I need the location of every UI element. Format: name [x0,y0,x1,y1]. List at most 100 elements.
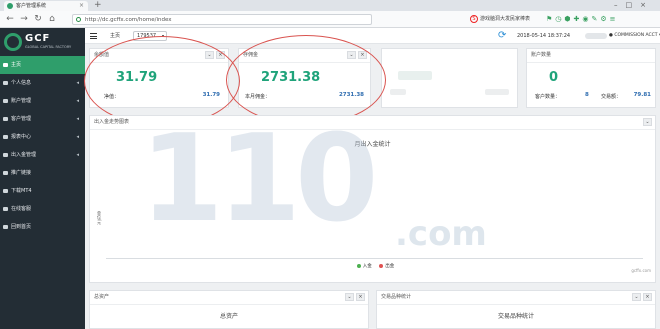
home-menu-icon [3,63,8,67]
quick-search[interactable]: S 游戏脑洞大发民家棒表 [470,15,530,24]
card-divider [90,304,368,305]
volume-label: 交易额： [601,94,622,100]
annotation-ellipse [84,36,240,126]
clients-icon [3,117,8,121]
y-axis-label: 单位/元 [97,211,102,225]
sidebar-item-label: 账户管理 [11,98,32,104]
tab-close-icon[interactable]: × [79,1,84,11]
home-label: 主页 [110,33,121,39]
accounts-value: 0 [549,70,559,85]
redacted-card [381,48,518,108]
funds-icon [3,153,8,157]
sidebar-item-home[interactable]: 主页 [0,56,85,74]
url-input[interactable]: http://dc.gcffx.com/home/index [72,14,372,25]
accounts-icon [3,99,8,103]
link-icon [3,171,8,175]
funds-chart-panel: 出入金走势图表 ⌄ 月出入金统计 单位/元 入金 出金 gcffx.com [89,115,656,283]
chevron-left-icon: ◂ [76,134,79,140]
chevron-left-icon: ◂ [76,116,79,122]
sidebar-item-accounts[interactable]: 账户管理 ◂ [0,92,85,110]
volume-value: 79.81 [633,92,651,98]
role-label[interactable]: ● COMMISSION ACCT ▾ [609,28,660,44]
sidebar: GCF GLOBAL CAPITAL FACTORY 主页 个人信息 ◂ 账户管理… [0,28,85,329]
close-icon[interactable]: × [643,293,652,301]
reload-icon[interactable]: ↻ [32,14,44,25]
search-engine-icon: S [470,15,478,23]
user-icon [3,81,8,85]
sidebar-item-label: 推广链接 [11,170,32,176]
address-bar-row: ← → ↻ ⌂ http://dc.gcffx.com/home/index S… [0,11,660,28]
instrument-stats-panel: 交易品种统计 ⌄ × 交易品种统计 [376,290,656,329]
redacted-text [390,89,406,95]
card-title: 账户数量 [531,52,552,58]
refresh-icon[interactable]: ⟳ [498,30,506,42]
sidebar-item-funds[interactable]: 出入金管理 ◂ [0,146,85,164]
legend-dot-withdraw [379,263,384,268]
card-divider [377,304,655,305]
chart-title: 月出入金统计 [354,141,391,148]
sidebar-item-download[interactable]: 下载MT4 [0,182,85,200]
home-icon[interactable]: ⌂ [46,14,58,25]
user-name-blurred [585,33,607,39]
extension-icons[interactable]: ⚑◷⬢✚◉✎⚙≡ [546,15,618,24]
chart-legend[interactable]: 入金 出金 [90,263,655,269]
forward-icon[interactable]: → [18,14,30,25]
sidebar-item-label: 出入金管理 [11,152,37,158]
download-icon [3,189,8,193]
menu-toggle-icon[interactable] [90,33,97,39]
collapse-icon[interactable]: ⌄ [632,293,641,301]
accounts-card: 账户数量 0 客户数量： 8 交易额： 79.81 [526,48,656,108]
panel-title: 总资产 [94,294,110,300]
sidebar-item-label: 个人信息 [11,80,32,86]
sidebar-item-label: 主页 [11,62,22,68]
clients-value: 8 [585,92,589,98]
sidebar-item-back-home[interactable]: 回到首页 [0,218,85,236]
sidebar-item-support[interactable]: 在线客服 [0,200,85,218]
collapse-icon[interactable]: ⌄ [643,118,652,126]
chat-icon [3,207,8,211]
chevron-left-icon: ◂ [76,80,79,86]
logo: GCF GLOBAL CAPITAL FACTORY [4,32,84,54]
sidebar-item-referral[interactable]: 推广链接 [0,164,85,182]
legend-dot-deposit [356,263,361,268]
sidebar-item-clients[interactable]: 客户管理 ◂ [0,110,85,128]
chevron-left-icon: ◂ [76,152,79,158]
browser-tab[interactable]: 客户管理系统 × [4,1,88,11]
logo-brand: GCF [25,33,51,44]
logo-subtitle: GLOBAL CAPITAL FACTORY [25,45,72,49]
logo-mark-icon [4,33,22,51]
browser-tabstrip: 客户管理系统 × + –□× [0,0,660,11]
sidebar-item-reports[interactable]: 报表中心 ◂ [0,128,85,146]
chart-credit[interactable]: gcffx.com [631,268,651,273]
new-tab-button[interactable]: + [94,0,102,11]
sidebar-item-label: 客户管理 [11,116,32,122]
collapse-icon[interactable]: ⌄ [345,293,354,301]
current-datetime: 2018-05-14 18:37:24 [517,33,571,39]
window-controls[interactable]: –□× [614,0,654,11]
sidebar-menu: 主页 个人信息 ◂ 账户管理 ◂ 客户管理 ◂ 报表中心 ◂ 出入金管理 ◂ 推广链接 下… [0,56,85,236]
site-favicon-icon [7,3,13,9]
panel-title: 出入金走势图表 [94,119,130,125]
role-text: COMMISSION ACCT [614,33,658,38]
sidebar-item-label: 在线客服 [11,206,32,212]
legend-withdraw: 出金 [385,264,395,269]
url-text: http://dc.gcffx.com/home/index [85,17,172,23]
chart-subtitle: 总资产 [219,313,238,320]
back-icon[interactable]: ← [4,14,16,25]
legend-deposit: 入金 [362,264,372,269]
panel-title: 交易品种统计 [381,294,412,300]
close-icon[interactable]: × [356,293,365,301]
chart-subtitle: 交易品种统计 [497,313,534,320]
report-icon [3,135,8,139]
clients-label: 客户数量： [535,94,561,100]
card-divider [90,129,655,130]
card-divider [527,62,655,63]
quick-search-label: 游戏脑洞大发民家棒表 [480,16,531,22]
x-axis-line [106,258,643,259]
sidebar-item-label: 报表中心 [11,134,32,140]
tab-title: 客户管理系统 [16,3,47,9]
redacted-text [398,71,432,80]
sidebar-item-label: 回到首页 [11,224,32,230]
sidebar-item-label: 下载MT4 [11,188,32,194]
sidebar-item-profile[interactable]: 个人信息 ◂ [0,74,85,92]
